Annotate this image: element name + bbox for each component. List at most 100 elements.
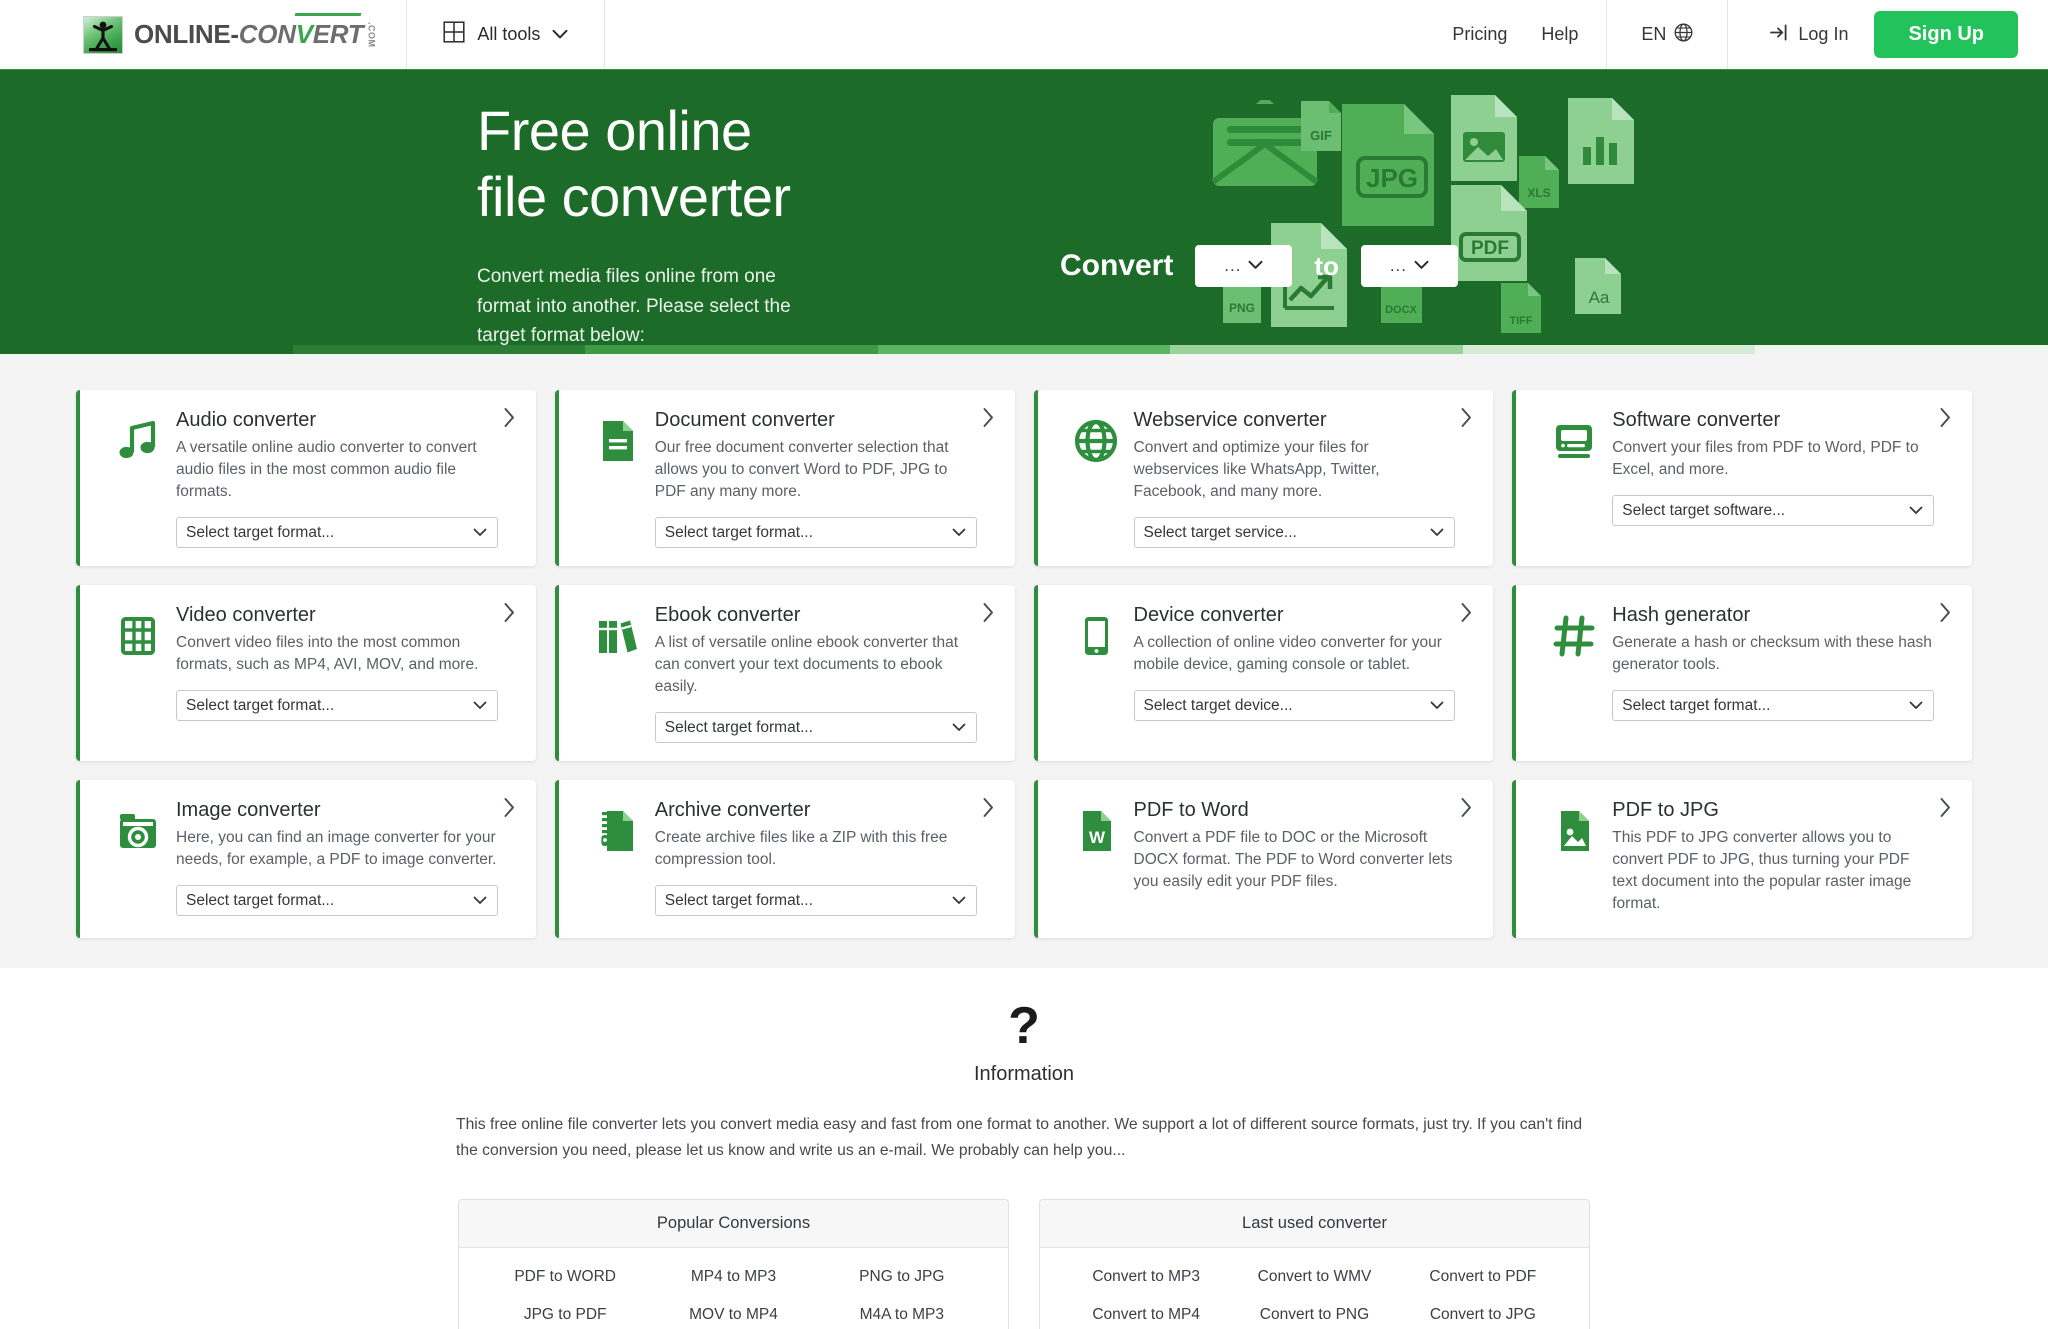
card-target-select[interactable]: Select target format...	[654, 517, 977, 548]
image-file-icon	[1536, 798, 1612, 920]
source-format-select[interactable]: ...	[1195, 245, 1293, 287]
card-document-converter[interactable]: Document converter Our free document con…	[554, 390, 1015, 566]
card-description: This PDF to JPG converter allows you to …	[1612, 829, 1912, 912]
svg-text:XLS: XLS	[1527, 186, 1550, 200]
panel-link[interactable]: MOV to MP4	[649, 1306, 817, 1324]
card-pdf-to-word[interactable]: W PDF to Word Convert a PDF file to DOC …	[1033, 780, 1494, 938]
hero-banner: Free online file converter Convert media…	[0, 70, 2048, 354]
chevron-right-icon	[1461, 408, 1472, 427]
card-open-arrow[interactable]	[1939, 797, 1952, 823]
card-target-select[interactable]: Select target format...	[176, 517, 498, 548]
card-description: Convert a PDF file to DOC or the Microso…	[1133, 829, 1453, 890]
card-image-converter[interactable]: Image converter Here, you can find an im…	[76, 780, 536, 938]
all-tools-menu[interactable]: All tools	[407, 0, 604, 70]
card-title: Hash generator	[1612, 604, 1751, 626]
card-open-arrow[interactable]	[1939, 602, 1952, 628]
card-open-arrow[interactable]	[1460, 602, 1473, 628]
target-format-select[interactable]: ...	[1360, 245, 1458, 287]
card-open-arrow[interactable]	[1460, 407, 1473, 433]
card-target-select[interactable]: Select target service...	[1133, 517, 1456, 548]
card-open-arrow[interactable]	[503, 407, 516, 433]
card-audio-converter[interactable]: Audio converter A versatile online audio…	[76, 390, 536, 566]
card-description: Our free document converter selection th…	[654, 439, 949, 500]
hero-decoration-area: GIF JPG XLS PDF PNG DOCX TIFF Aa Convert…	[1020, 70, 2048, 354]
books-icon	[579, 603, 655, 743]
auth-actions: Log In Sign Up	[1728, 11, 2048, 58]
panel-link[interactable]: Convert to PDF	[1399, 1268, 1567, 1286]
to-label: to	[1314, 250, 1339, 281]
card-target-select[interactable]: Select target software...	[1612, 495, 1934, 526]
card-title: Image converter	[176, 799, 321, 821]
chevron-down-icon	[1909, 701, 1923, 709]
text-file-icon: Aa	[1575, 258, 1621, 314]
card-title: Audio converter	[176, 409, 317, 431]
svg-text:JPG: JPG	[1366, 163, 1418, 193]
card-pdf-to-jpg[interactable]: PDF to JPG This PDF to JPG converter all…	[1512, 780, 1972, 938]
card-select-value: Select target format...	[1622, 696, 1771, 714]
panel-link[interactable]: JPG to PDF	[481, 1306, 649, 1324]
logo[interactable]: ONLINE- CON V ERT .COM	[0, 0, 406, 70]
panel-link[interactable]: MP4 to MP3	[649, 1268, 817, 1286]
card-body: Video converter Convert video files into…	[176, 603, 514, 743]
nav-help[interactable]: Help	[1541, 24, 1578, 45]
card-video-converter[interactable]: Video converter Convert video files into…	[76, 585, 536, 761]
logo-mark-icon	[83, 15, 123, 54]
login-button[interactable]: Log In	[1770, 24, 1848, 46]
signup-button[interactable]: Sign Up	[1874, 11, 2018, 58]
card-title: PDF to Word	[1133, 799, 1249, 821]
card-target-select[interactable]: Select target format...	[654, 885, 977, 916]
card-open-arrow[interactable]	[982, 797, 995, 823]
chevron-right-icon	[983, 798, 993, 817]
card-description: Convert video files into the most common…	[176, 634, 479, 673]
card-target-select[interactable]: Select target format...	[176, 885, 498, 916]
card-device-converter[interactable]: Device converter A collection of online …	[1033, 585, 1494, 761]
card-description: Generate a hash or checksum with these h…	[1612, 634, 1932, 673]
card-title: Device converter	[1133, 604, 1284, 626]
chevron-down-icon	[1248, 257, 1263, 275]
card-ebook-converter[interactable]: Ebook converter A list of versatile onli…	[554, 585, 1015, 761]
card-webservice-converter[interactable]: Webservice converter Convert and optimiz…	[1033, 390, 1494, 566]
info-panels: Popular Conversions PDF to WORD MP4 to MP…	[0, 1199, 2048, 1329]
chart-file-icon	[1568, 98, 1634, 184]
panel-link[interactable]: Convert to PNG	[1230, 1306, 1398, 1324]
nav-pricing[interactable]: Pricing	[1452, 24, 1507, 45]
card-description: A list of versatile online ebook convert…	[654, 634, 959, 695]
card-hash-generator[interactable]: Hash generator Generate a hash or checks…	[1512, 585, 1972, 761]
language-selector[interactable]: EN	[1606, 0, 1729, 70]
panel-link[interactable]: PNG to JPG	[818, 1268, 986, 1286]
source-format-value: ...	[1224, 255, 1242, 275]
panel-link[interactable]: Convert to WMV	[1230, 1268, 1398, 1286]
svg-text:TIFF: TIFF	[1509, 315, 1532, 327]
card-body: Audio converter A versatile online audio…	[176, 408, 514, 548]
globe-icon	[1674, 23, 1693, 47]
card-body: PDF to JPG This PDF to JPG converter all…	[1612, 798, 1950, 920]
card-open-arrow[interactable]	[503, 797, 516, 823]
monitor-icon	[1556, 425, 1593, 458]
card-open-arrow[interactable]	[1939, 407, 1952, 433]
card-archive-converter[interactable]: Archive converter Create archive files l…	[554, 780, 1015, 938]
panel-link[interactable]: Convert to JPG	[1399, 1306, 1567, 1324]
card-software-converter[interactable]: Software converter Convert your files fr…	[1512, 390, 1972, 566]
panel-link[interactable]: M4A to MP3	[818, 1306, 986, 1324]
camera-icon	[100, 798, 176, 920]
card-target-select[interactable]: Select target format...	[176, 690, 498, 721]
card-open-arrow[interactable]	[982, 602, 995, 628]
card-description: Create archive files like a ZIP with thi…	[654, 829, 948, 868]
logo-text-part4: ERT	[312, 19, 364, 49]
card-target-select[interactable]: Select target device...	[1133, 690, 1456, 721]
card-open-arrow[interactable]	[982, 407, 995, 433]
card-open-arrow[interactable]	[503, 602, 516, 628]
svg-text:PNG: PNG	[1229, 301, 1255, 315]
card-target-select[interactable]: Select target format...	[654, 712, 977, 743]
all-tools-label: All tools	[477, 24, 541, 44]
hero-text-block: Free online file converter Convert media…	[0, 70, 800, 350]
panel-link[interactable]: Convert to MP4	[1062, 1306, 1230, 1324]
panel-link[interactable]: PDF to WORD	[481, 1268, 649, 1286]
card-open-arrow[interactable]	[1460, 797, 1473, 823]
svg-text:GIF: GIF	[1310, 128, 1332, 143]
card-select-value: Select target service...	[1143, 523, 1297, 541]
panel-link[interactable]: Convert to MP3	[1062, 1268, 1230, 1286]
card-target-select[interactable]: Select target format...	[1612, 690, 1934, 721]
music-note-icon	[100, 408, 176, 548]
page-title: Free online file converter	[477, 99, 791, 229]
